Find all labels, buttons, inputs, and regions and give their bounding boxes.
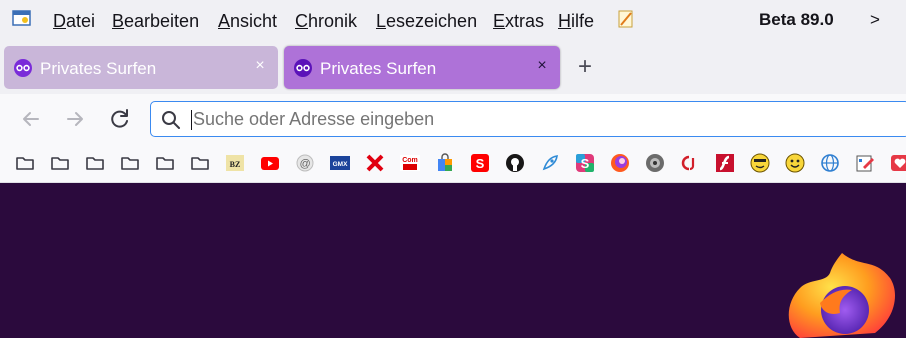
tab-strip: Privates Surfen × Privates Surfen × [0,40,906,94]
svg-text:S: S [476,156,485,171]
url-bar[interactable] [150,101,906,137]
smiley-icon[interactable] [785,153,805,173]
disc-icon[interactable] [645,153,665,173]
svg-text:BZ: BZ [230,160,241,169]
private-browsing-content [0,183,906,323]
svg-text:Com: Com [402,157,418,164]
bz-icon[interactable]: BZ [225,153,245,173]
search-icon [162,111,180,129]
overflow-chevron-icon[interactable]: > [870,10,880,30]
flash-icon[interactable] [715,153,735,173]
menu-lesezeichen[interactable]: Lesezeichen [376,10,477,32]
s-icon[interactable]: S [575,153,595,173]
new-tab-button[interactable]: + [578,55,592,79]
back-arrow-icon[interactable] [18,106,44,132]
menu-extras[interactable]: Extras [493,10,544,32]
close-tab-icon[interactable]: × [534,57,550,75]
tab-private-1[interactable]: Privates Surfen × [4,46,278,89]
folder-icon[interactable] [15,153,35,173]
folder-icon[interactable] [120,153,140,173]
github-icon[interactable] [505,153,525,173]
forward-arrow-icon[interactable] [62,106,88,132]
shopping-bag-icon[interactable] [435,153,455,173]
menu-bearbeiten[interactable]: Bearbeiten [112,10,199,32]
close-tab-icon[interactable]: × [252,57,268,75]
gmx-icon[interactable]: GMX [330,153,350,173]
reload-icon[interactable] [107,106,133,132]
svg-text:@: @ [299,158,310,170]
navigation-bar [0,94,906,145]
cjs-icon[interactable] [680,153,700,173]
tab-title: Privates Surfen [320,59,437,78]
folder-icon[interactable] [155,153,175,173]
menu-datei[interactable]: Datei [53,10,95,32]
folder-icon[interactable] [85,153,105,173]
address-input[interactable] [193,109,793,130]
svg-text:S: S [581,156,590,171]
com-icon[interactable]: Com [400,153,420,173]
folder-icon[interactable] [190,153,210,173]
app-window-icon[interactable] [12,9,32,27]
folder-icon[interactable] [50,153,70,173]
tab-private-2[interactable]: Privates Surfen × [284,46,560,89]
text-caret [191,110,192,130]
menu-hilfe[interactable]: Hilfe [558,10,594,32]
youtube-icon[interactable] [260,153,280,173]
orb-icon[interactable] [610,153,630,173]
edit-icon[interactable] [855,153,875,173]
firefox-logo-icon [788,253,895,338]
menu-bar: Datei Bearbeiten Ansicht Chronik Lesezei… [0,0,906,40]
menu-ansicht[interactable]: Ansicht [218,10,277,32]
globe-icon[interactable] [820,153,840,173]
svg-text:GMX: GMX [333,161,348,168]
menu-chronik[interactable]: Chronik [295,10,357,32]
x-icon[interactable] [365,153,385,173]
heart-icon[interactable] [890,153,906,173]
at-icon[interactable]: @ [295,153,315,173]
private-mask-icon [14,59,32,77]
notes-icon[interactable] [617,9,635,29]
tab-title: Privates Surfen [40,59,157,78]
private-mask-icon [294,59,312,77]
smiley-icon[interactable] [750,153,770,173]
rocket-icon[interactable] [540,153,560,173]
version-label: Beta 89.0 [759,10,834,29]
sparkasse-icon[interactable]: S [470,153,490,173]
bookmarks-bar: BZ @ GMX Com S S [0,145,906,183]
